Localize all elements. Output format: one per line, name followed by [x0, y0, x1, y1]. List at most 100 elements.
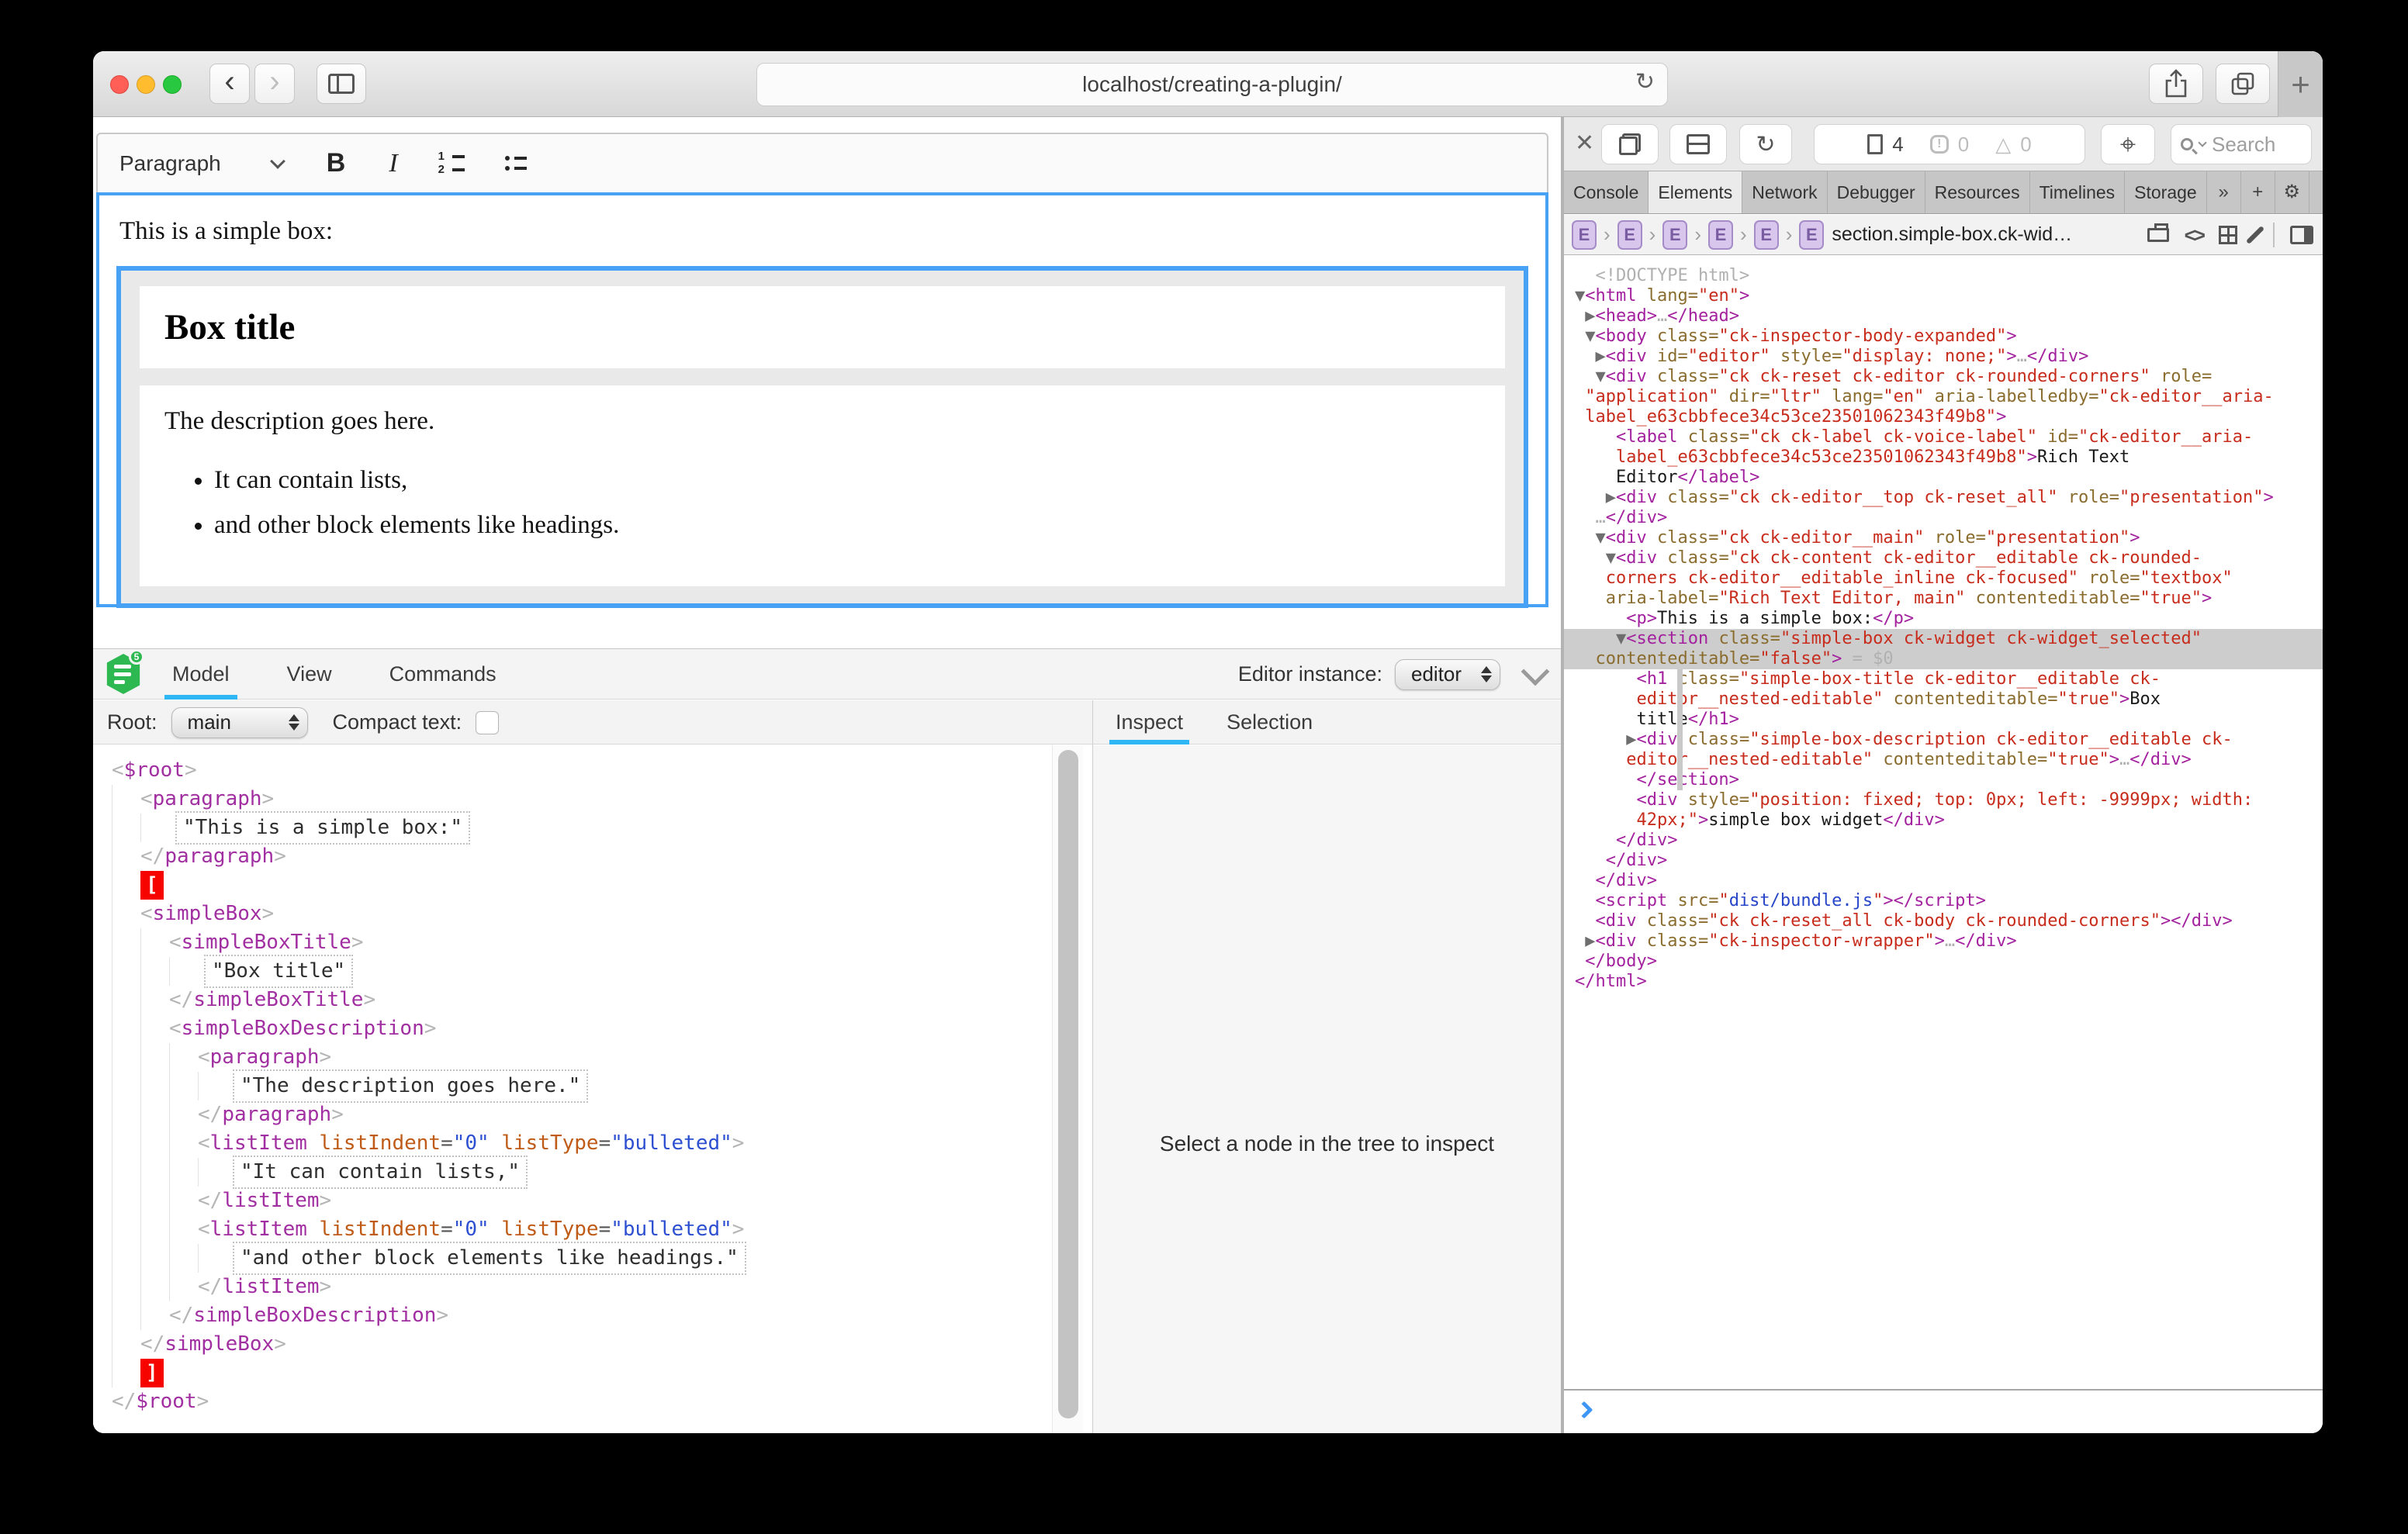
tree-line[interactable]: <listItem listIndent="0" listType="bulle…	[112, 1129, 1052, 1158]
simple-box-description[interactable]: The description goes here. It can contai…	[140, 385, 1505, 586]
tree-line[interactable]: </paragraph>	[112, 1100, 1052, 1129]
breadcrumb-element-icon[interactable]: E	[1572, 220, 1597, 250]
tree-text-node[interactable]: "It can contain lists,"	[233, 1156, 528, 1189]
tree-line[interactable]: </listItem>	[112, 1187, 1052, 1215]
quick-console[interactable]	[1564, 1389, 2323, 1433]
editor-instance-select[interactable]: editor	[1395, 659, 1500, 690]
tree-line[interactable]: <listItem listIndent="0" listType="bulle…	[112, 1215, 1052, 1244]
tree-line[interactable]: "It can contain lists,"	[112, 1158, 1052, 1187]
tab-view[interactable]: View	[279, 649, 340, 700]
more-tabs-icon[interactable]: »	[2207, 171, 2241, 213]
tab-overview-button[interactable]	[2216, 64, 2270, 104]
forward-button[interactable]: ›	[254, 64, 295, 104]
devtools-search-field[interactable]: Search	[2171, 124, 2312, 164]
code-line[interactable]: label_e63cbbfece34c53ce23501062343f49b8"…	[1564, 447, 2323, 468]
bold-button[interactable]: B	[327, 148, 346, 178]
code-line[interactable]: ▼<div class="ck ck-reset ck-editor ck-ro…	[1564, 367, 2323, 387]
chevron-down-icon[interactable]	[270, 154, 285, 169]
tab-inspect[interactable]: Inspect	[1109, 700, 1189, 745]
tree-line[interactable]: "and other block elements like headings.…	[112, 1244, 1052, 1273]
tree-line[interactable]: "This is a simple box:"	[112, 814, 1052, 842]
tree-line[interactable]: </$root>	[112, 1387, 1052, 1416]
numbered-list-button[interactable]: 1 2	[438, 153, 465, 174]
tab-model[interactable]: Model	[164, 649, 237, 700]
print-styles-icon[interactable]	[2147, 228, 2169, 242]
list-item[interactable]: It can contain lists,	[214, 462, 1480, 499]
code-line[interactable]: ▼<html lang="en">	[1564, 286, 2323, 306]
tree-line[interactable]: </simpleBoxTitle>	[112, 986, 1052, 1014]
devtools-tab-debugger[interactable]: Debugger	[1828, 171, 1925, 213]
scrollbar-thumb[interactable]	[1058, 750, 1078, 1418]
code-line[interactable]: <script src="dist/bundle.js"></script>	[1564, 891, 2323, 911]
simple-box-title[interactable]: Box title	[140, 286, 1505, 368]
code-line[interactable]: ▼<div class="ck ck-editor__main" role="p…	[1564, 528, 2323, 548]
code-line[interactable]: <div style="position: fixed; top: 0px; l…	[1564, 790, 2323, 810]
reload-page-button[interactable]: ↻	[1739, 124, 1792, 164]
compact-text-checkbox[interactable]	[476, 711, 499, 734]
italic-button[interactable]: I	[389, 149, 397, 178]
tree-scrollbar[interactable]	[1052, 745, 1083, 1433]
code-line[interactable]: <label class="ck ck-label ck-voice-label…	[1564, 427, 2323, 447]
back-button[interactable]: ‹	[209, 64, 250, 104]
code-line[interactable]: 42px;">simple box widget</div>	[1564, 810, 2323, 831]
tree-line[interactable]: "The description goes here."	[112, 1072, 1052, 1100]
tree-line[interactable]: <paragraph>	[112, 785, 1052, 814]
tab-selection[interactable]: Selection	[1220, 700, 1319, 745]
dock-bottom-button[interactable]	[1669, 124, 1727, 164]
activity-summary[interactable]: 4 ! 0 △ 0	[1814, 124, 2085, 164]
show-source-icon[interactable]: <>	[2185, 223, 2203, 247]
breadcrumb-element-icon[interactable]: E	[1754, 220, 1779, 250]
code-line[interactable]: ▶<div class="ck ck-editor__top ck-reset_…	[1564, 488, 2323, 508]
grid-overlay-icon[interactable]	[2219, 226, 2237, 244]
root-select[interactable]: main	[171, 707, 308, 738]
tree-line[interactable]: "Box title"	[112, 957, 1052, 986]
breadcrumb-element-icon[interactable]: E	[1617, 220, 1642, 250]
tree-line[interactable]: </simpleBox>	[112, 1330, 1052, 1359]
code-line[interactable]: ▶<head>…</head>	[1564, 306, 2323, 326]
tree-line[interactable]: </listItem>	[112, 1273, 1052, 1301]
breadcrumb-element-icon[interactable]: E	[1662, 220, 1687, 250]
heading-dropdown[interactable]: Paragraph	[119, 151, 221, 176]
tree-text-node[interactable]: "and other block elements like headings.…	[233, 1242, 746, 1275]
element-picker-button[interactable]: ⌖	[2101, 124, 2155, 164]
tree-line[interactable]: </simpleBoxDescription>	[112, 1301, 1052, 1330]
code-line[interactable]: ▶<div id="editor" style="display: none;"…	[1564, 347, 2323, 367]
minimize-window-button[interactable]	[137, 75, 155, 94]
editor-editable-area[interactable]: This is a simple box: Box title The desc…	[96, 192, 1548, 607]
tree-line[interactable]: <paragraph>	[112, 1043, 1052, 1072]
code-line[interactable]: …</div>	[1564, 508, 2323, 528]
code-line[interactable]: label_e63cbbfece34c53ce23501062343f49b8"…	[1564, 407, 2323, 427]
tree-text-node[interactable]: "The description goes here."	[233, 1069, 588, 1103]
tree-line[interactable]: <simpleBox>	[112, 900, 1052, 928]
code-line[interactable]: Editor</label>	[1564, 468, 2323, 488]
code-line[interactable]: ▼<body class="ck-inspector-body-expanded…	[1564, 326, 2323, 347]
list-item[interactable]: and other block elements like headings.	[214, 507, 1480, 544]
devtools-tab-console[interactable]: Console	[1564, 171, 1649, 213]
breadcrumb-selected-node[interactable]: section.simple-box.ck-wid…	[1832, 223, 2072, 246]
settings-gear-icon[interactable]: ⚙	[2275, 171, 2309, 213]
devtools-tab-timelines[interactable]: Timelines	[2030, 171, 2126, 213]
close-devtools-button[interactable]: ✕	[1575, 130, 1594, 157]
add-tab-icon[interactable]: +	[2241, 171, 2275, 213]
code-line[interactable]: </div>	[1564, 831, 2323, 851]
sidebar-toggle-button[interactable]	[317, 64, 366, 104]
undock-button[interactable]	[1601, 124, 1659, 164]
tree-line[interactable]: <simpleBoxDescription>	[112, 1014, 1052, 1043]
breadcrumb-element-icon[interactable]: E	[1708, 220, 1733, 250]
code-line[interactable]: aria-label="Rich Text Editor, main" cont…	[1564, 589, 2323, 609]
bulleted-list-button[interactable]	[505, 156, 527, 171]
code-line[interactable]: <p>This is a simple box:</p>	[1564, 609, 2323, 629]
code-line[interactable]: "application" dir="ltr" lang="en" aria-l…	[1564, 387, 2323, 407]
tree-line[interactable]: </paragraph>	[112, 842, 1052, 871]
tree-line[interactable]: ]	[112, 1359, 1052, 1387]
zoom-window-button[interactable]	[163, 75, 182, 94]
code-line[interactable]: <div class="ck ck-reset_all ck-body ck-r…	[1564, 911, 2323, 931]
code-line[interactable]: ▼<div class="ck ck-content ck-editor__ed…	[1564, 548, 2323, 568]
simple-box-widget[interactable]: Box title The description goes here. It …	[116, 266, 1528, 608]
editor-paragraph[interactable]: This is a simple box:	[119, 217, 1545, 246]
code-line[interactable]: </div>	[1564, 851, 2323, 871]
toggle-details-sidebar-icon[interactable]	[2290, 226, 2313, 244]
code-line[interactable]: </html>	[1564, 972, 2323, 992]
code-line[interactable]: corners ck-editor__editable_inline ck-fo…	[1564, 568, 2323, 589]
reload-icon[interactable]: ↻	[1635, 68, 1655, 95]
